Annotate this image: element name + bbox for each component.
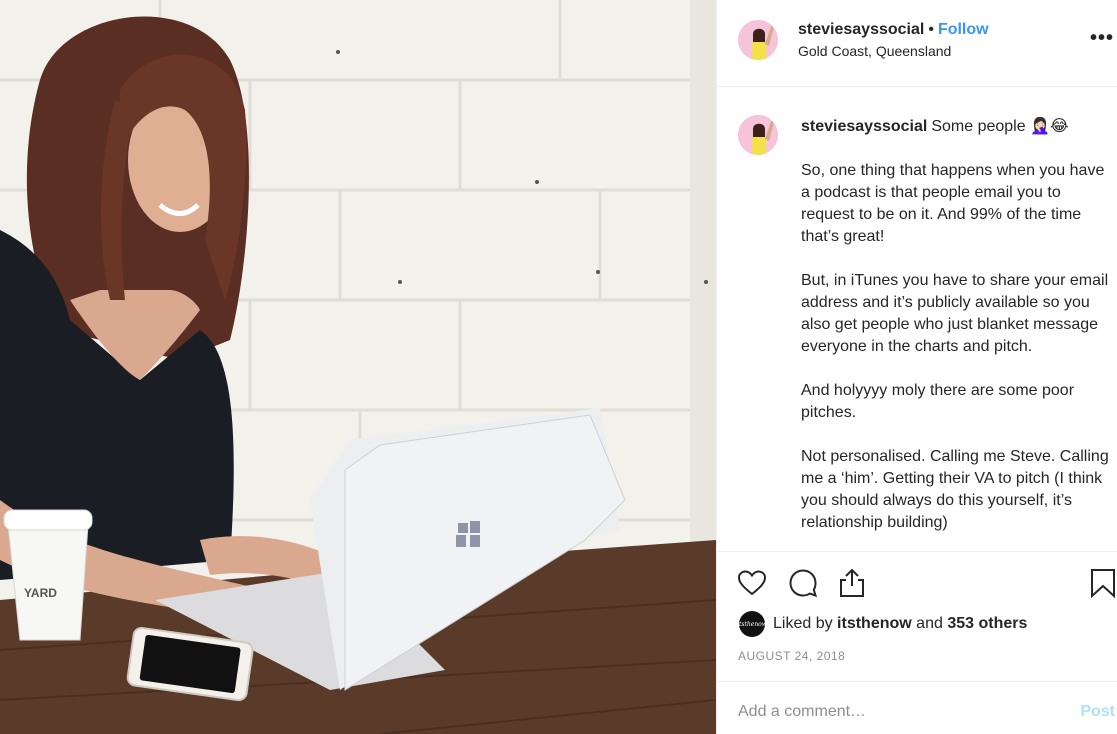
post-details-panel: steviesayssocial • Follow Gold Coast, Quee… — [716, 0, 1117, 734]
heart-icon[interactable] — [736, 567, 768, 599]
post-date[interactable]: AUGUST 24, 2018 — [738, 649, 845, 663]
caption-paragraph: Not personalised. Calling me Steve. Call… — [801, 448, 1109, 531]
likes-summary: itsthenow Liked by itsthenow and 353 oth… — [737, 611, 1027, 637]
photo-illustration: YARD — [0, 0, 716, 734]
header-row: steviesayssocial • Follow — [798, 21, 989, 39]
post-photo[interactable]: YARD — [0, 0, 716, 734]
caption-paragraph: And holyyyy moly there are some poor pit… — [801, 382, 1075, 421]
speech-bubble-icon[interactable] — [787, 567, 819, 599]
caption-avatar[interactable] — [738, 115, 778, 155]
liker-username[interactable]: itsthenow — [837, 615, 912, 633]
follow-button[interactable]: Follow — [938, 21, 989, 38]
caption-text: Some people 🤦🏻‍♀️😂 — [931, 118, 1069, 135]
caption-paragraph: But, in iTunes you have to share your em… — [801, 272, 1109, 355]
post-actions: itsthenow Liked by itsthenow and 353 oth… — [717, 551, 1117, 681]
liker-avatar[interactable]: itsthenow — [737, 611, 767, 637]
caption-first-line: steviesayssocial Some people 🤦🏻‍♀️😂 — [801, 116, 1109, 138]
add-comment-bar: Post — [717, 681, 1117, 734]
avatar[interactable] — [738, 20, 778, 60]
likes-others-link[interactable]: 353 others — [947, 615, 1027, 633]
caption-username[interactable]: steviesayssocial — [801, 118, 927, 135]
username-link[interactable]: steviesayssocial — [798, 21, 924, 38]
comments-section[interactable]: steviesayssocial Some people 🤦🏻‍♀️😂 So, o… — [717, 88, 1117, 551]
likes-prefix: Liked by — [773, 615, 833, 632]
post-button[interactable]: Post — [1080, 703, 1115, 721]
cup-logo: YARD — [24, 586, 57, 600]
share-icon[interactable] — [836, 567, 868, 599]
ellipsis-icon[interactable]: ••• — [1090, 26, 1114, 50]
comment-input[interactable] — [738, 694, 1058, 730]
post-header: steviesayssocial • Follow Gold Coast, Quee… — [717, 0, 1117, 87]
likes-conjunction: and — [916, 615, 943, 632]
header-text: steviesayssocial • Follow Gold Coast, Quee… — [798, 21, 989, 59]
caption-paragraph: So, one thing that happens when you have… — [801, 162, 1105, 245]
bookmark-icon[interactable] — [1087, 567, 1117, 599]
location-link[interactable]: Gold Coast, Queensland — [798, 43, 989, 59]
separator-dot: • — [928, 21, 934, 38]
post-caption: steviesayssocial Some people 🤦🏻‍♀️😂 So, o… — [801, 116, 1109, 551]
